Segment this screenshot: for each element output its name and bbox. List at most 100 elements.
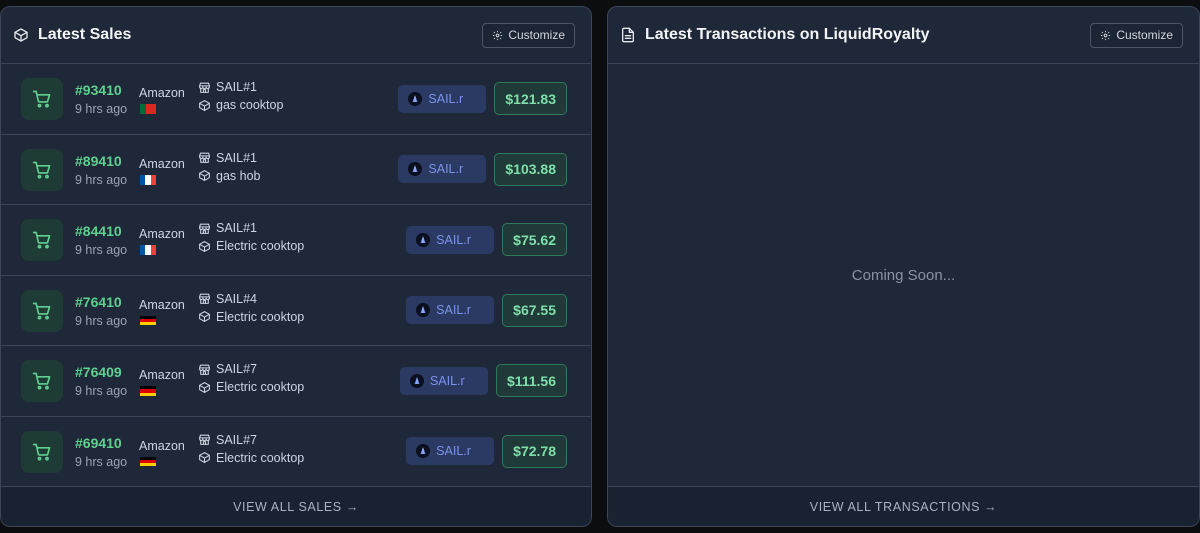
- sale-row[interactable]: #76409 9 hrs ago Amazon SAIL#7 Electric …: [1, 346, 591, 417]
- sale-amounts: SAIL.r $67.55: [406, 293, 567, 327]
- token-badge[interactable]: SAIL.r: [406, 296, 495, 324]
- token-label: SAIL.r: [436, 232, 471, 247]
- token-badge[interactable]: SAIL.r: [406, 437, 495, 465]
- portugal-flag-icon: [140, 104, 156, 114]
- sale-row[interactable]: #76410 9 hrs ago Amazon SAIL#4 Electric …: [1, 276, 591, 346]
- store-icon: [198, 151, 211, 164]
- sales-customize-label: Customize: [508, 28, 565, 42]
- france-flag-icon: [140, 174, 156, 185]
- latest-transactions-panel: Latest Transactions on LiquidRoyalty Cus…: [607, 6, 1200, 527]
- order-time: 9 hrs ago: [75, 313, 128, 328]
- germany-flag-icon: [140, 456, 156, 467]
- sail-id: SAIL#7: [198, 362, 257, 376]
- tx-panel-title: Latest Transactions on LiquidRoyalty: [645, 26, 930, 43]
- sales-list: #93410 9 hrs ago Amazon SAIL#1 gas cookt…: [1, 64, 591, 487]
- sale-amounts: SAIL.r $72.78: [406, 434, 567, 468]
- token-badge[interactable]: SAIL.r: [398, 155, 487, 183]
- order-id[interactable]: #84410: [75, 223, 122, 239]
- store-icon: [198, 292, 211, 305]
- token-badge[interactable]: SAIL.r: [406, 225, 495, 254]
- sail-label: SAIL#1: [216, 150, 258, 165]
- product-name: Electric cooktop: [216, 309, 305, 324]
- store-name: Amazon: [139, 297, 185, 312]
- product-name: gas hob: [216, 168, 261, 183]
- shopping-cart-icon: [21, 78, 63, 120]
- order-time: 9 hrs ago: [75, 102, 128, 116]
- order-id[interactable]: #89410: [75, 153, 122, 169]
- germany-flag-icon: [140, 386, 156, 396]
- order-time: 9 hrs ago: [75, 454, 128, 469]
- sales-customize-button[interactable]: Customize: [482, 22, 575, 48]
- view-all-sales-link[interactable]: VIEW ALL SALES →: [233, 500, 359, 514]
- package-icon: [198, 451, 211, 464]
- sail-label: SAIL#7: [216, 432, 258, 447]
- germany-flag-icon: [140, 315, 156, 326]
- sail-token-icon: [409, 373, 424, 388]
- sale-price: $103.88: [494, 152, 567, 186]
- order-id[interactable]: #69410: [75, 435, 122, 451]
- sail-label: SAIL#1: [216, 80, 258, 94]
- tx-header-left: Latest Transactions on LiquidRoyalty: [620, 26, 930, 44]
- sail-token-icon: [416, 303, 431, 317]
- store-icon: [198, 222, 211, 235]
- document-icon: [620, 27, 636, 43]
- store-name: Amazon: [139, 86, 185, 100]
- sale-row[interactable]: #93410 9 hrs ago Amazon SAIL#1 gas cookt…: [1, 64, 591, 135]
- order-id[interactable]: #93410: [75, 82, 122, 98]
- token-label: SAIL.r: [436, 303, 471, 317]
- coming-soon-placeholder: Coming Soon...: [851, 267, 956, 284]
- order-time: 9 hrs ago: [75, 172, 128, 187]
- view-all-transactions-link[interactable]: VIEW ALL TRANSACTIONS →: [810, 500, 997, 514]
- tx-panel-footer: VIEW ALL TRANSACTIONS →: [608, 486, 1199, 526]
- store-icon: [198, 433, 211, 446]
- latest-sales-panel: Latest Sales Customize #93410 9 hrs ago …: [0, 6, 592, 527]
- shopping-cart-icon: [21, 360, 63, 402]
- sale-row[interactable]: #89410 9 hrs ago Amazon SAIL#1 gas hob S…: [1, 135, 591, 205]
- sales-panel-header: Latest Sales Customize: [1, 7, 591, 64]
- product-name: Electric cooktop: [216, 450, 305, 465]
- sail-token-icon: [408, 162, 423, 176]
- sale-row[interactable]: #84410 9 hrs ago Amazon SAIL#1 Electric …: [1, 205, 591, 276]
- package-icon: [198, 240, 211, 253]
- tx-customize-label: Customize: [1116, 28, 1173, 42]
- token-label: SAIL.r: [429, 373, 465, 388]
- store-icon: [198, 363, 211, 376]
- sail-label: SAIL#7: [216, 362, 258, 376]
- package-icon: [198, 99, 211, 112]
- order-id[interactable]: #76410: [75, 294, 122, 310]
- token-badge[interactable]: SAIL.r: [399, 366, 488, 395]
- sale-price: $67.55: [502, 293, 567, 327]
- sail-label: SAIL#4: [216, 291, 258, 306]
- sales-header-left: Latest Sales: [13, 26, 131, 44]
- sail-id: SAIL#4: [198, 292, 257, 306]
- tx-customize-button[interactable]: Customize: [1090, 22, 1183, 48]
- sail-id: SAIL#7: [198, 433, 257, 447]
- store-name: Amazon: [139, 368, 185, 382]
- sail-token-icon: [408, 91, 423, 106]
- sail-id: SAIL#1: [198, 151, 257, 165]
- store-icon: [198, 81, 211, 94]
- sale-amounts: SAIL.r $75.62: [406, 223, 567, 256]
- token-label: SAIL.r: [428, 162, 464, 176]
- product: Electric cooktop: [198, 239, 304, 253]
- token-badge[interactable]: SAIL.r: [398, 84, 487, 113]
- token-label: SAIL.r: [436, 444, 471, 458]
- sale-amounts: SAIL.r $111.56: [399, 364, 567, 397]
- sales-panel-title: Latest Sales: [38, 26, 132, 43]
- sail-id: SAIL#1: [198, 80, 257, 94]
- tx-panel-header: Latest Transactions on LiquidRoyalty Cus…: [608, 7, 1199, 64]
- product: Electric cooktop: [198, 310, 304, 324]
- sail-token-icon: [416, 232, 431, 247]
- package-icon: [198, 381, 211, 394]
- sale-price: $121.83: [494, 82, 567, 115]
- sale-row[interactable]: #69410 9 hrs ago Amazon SAIL#7 Electric …: [1, 417, 591, 487]
- order-id[interactable]: #76409: [75, 364, 122, 380]
- product: Electric cooktop: [198, 380, 304, 394]
- sale-price: $111.56: [495, 364, 567, 397]
- store-name: Amazon: [139, 438, 185, 453]
- product-name: gas cooktop: [216, 98, 284, 112]
- order-time: 9 hrs ago: [75, 243, 128, 257]
- sale-amounts: SAIL.r $103.88: [398, 152, 567, 186]
- shopping-cart-icon: [21, 219, 63, 261]
- sail-label: SAIL#1: [216, 221, 258, 235]
